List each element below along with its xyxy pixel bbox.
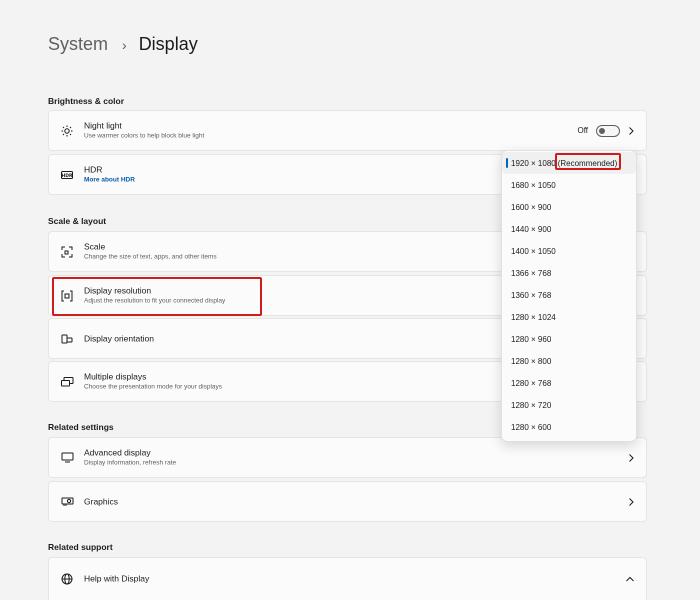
svg-text:HDR: HDR: [62, 173, 73, 179]
multiple-displays-desc: Choose the presentation mode for your di…: [84, 383, 223, 390]
resolution-option-1680x1050[interactable]: 1680 × 1050: [502, 174, 636, 196]
scale-icon: [60, 245, 74, 259]
resolution-option-1366x768[interactable]: 1366 × 768: [502, 262, 636, 284]
multiple-displays-title: Multiple displays: [84, 371, 147, 381]
resolution-option-1280x720[interactable]: 1280 × 720: [502, 394, 636, 416]
section-brightness-color: Brightness & color: [48, 96, 125, 106]
night-light-row[interactable]: Night light Use warmer colors to help bl…: [48, 110, 647, 151]
selected-indicator: [506, 158, 508, 168]
breadcrumb: System › Display: [48, 34, 198, 55]
scale-desc: Change the size of text, apps, and other…: [84, 253, 217, 260]
chevron-right-icon: [629, 497, 634, 506]
graphics-card-icon: [60, 495, 74, 509]
resolution-option-1440x900[interactable]: 1440 × 900: [502, 218, 636, 240]
brightness-icon: [60, 124, 74, 138]
resolution-option-1360x768[interactable]: 1360 × 768: [502, 284, 636, 306]
display-resolution-highlight: [52, 277, 262, 316]
hdr-more-link[interactable]: More about HDR: [84, 175, 135, 185]
section-scale-layout: Scale & layout: [48, 216, 107, 226]
night-light-desc: Use warmer colors to help block blue lig…: [84, 132, 205, 139]
resolution-option-1280x1024[interactable]: 1280 × 1024: [502, 306, 636, 328]
chevron-right-icon: [629, 126, 634, 135]
breadcrumb-system[interactable]: System: [48, 34, 108, 55]
globe-icon: [60, 572, 74, 586]
resolution-option-1280x800[interactable]: 1280 × 800: [502, 350, 636, 372]
help-with-display-title: Help with Display: [84, 573, 150, 584]
page-title: Display: [138, 34, 198, 54]
advanced-display-title: Advanced display: [84, 447, 151, 457]
night-light-toggle-label: Off: [577, 126, 588, 135]
monitor-icon: [60, 451, 74, 465]
hdr-title: HDR: [84, 164, 103, 174]
hdr-icon: HDR: [60, 168, 74, 182]
chevron-right-icon: [629, 453, 634, 462]
resolution-option-label: 1920 × 1080: [511, 158, 556, 168]
chevron-up-icon[interactable]: [625, 575, 635, 583]
section-related-support: Related support: [48, 542, 113, 552]
help-with-display-row[interactable]: Help with Display: [48, 557, 647, 600]
multiple-displays-icon: [60, 375, 74, 389]
advanced-display-row[interactable]: Advanced display Display information, re…: [48, 437, 647, 478]
breadcrumb-separator: ›: [122, 36, 127, 53]
resolution-option-1280x768[interactable]: 1280 × 768: [502, 372, 636, 394]
night-light-title: Night light: [84, 120, 122, 130]
scale-title: Scale: [84, 241, 106, 251]
recommended-highlight: [555, 153, 621, 170]
night-light-toggle[interactable]: [596, 124, 620, 137]
resolution-option-1400x1050[interactable]: 1400 × 1050: [502, 240, 636, 262]
display-orientation-title: Display orientation: [84, 333, 154, 343]
section-related-settings: Related settings: [48, 422, 114, 432]
resolution-option-1600x900[interactable]: 1600 × 900: [502, 196, 636, 218]
resolution-dropdown[interactable]: 1920 × 1080 (Recommended) 1680 × 1050 16…: [501, 150, 637, 442]
graphics-title: Graphics: [84, 496, 119, 506]
graphics-row[interactable]: Graphics: [48, 481, 647, 522]
display-orientation-icon: [60, 332, 74, 346]
resolution-option-1280x600[interactable]: 1280 × 600: [502, 416, 636, 438]
resolution-option-1280x960[interactable]: 1280 × 960: [502, 328, 636, 350]
advanced-display-desc: Display information, refresh rate: [84, 459, 177, 466]
